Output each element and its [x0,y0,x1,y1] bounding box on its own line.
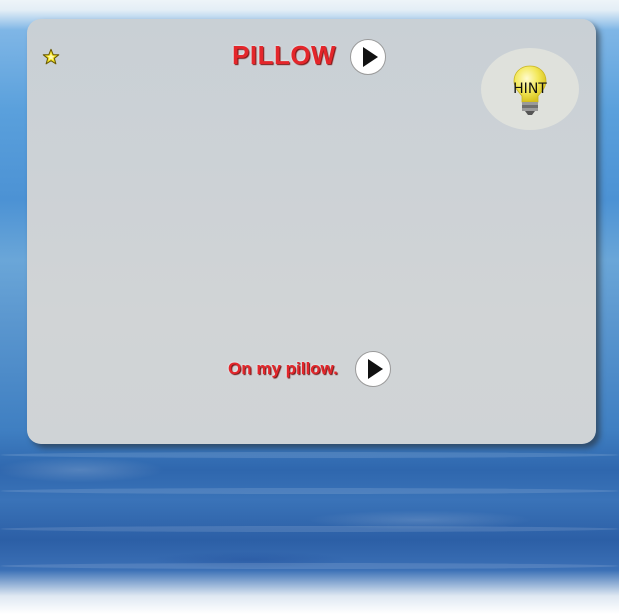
play-word-button[interactable] [350,39,386,75]
example-sentence: On my pillow. [228,359,338,378]
wave-highlight [0,452,619,458]
play-icon [363,47,378,67]
play-icon [368,359,383,379]
wave-highlight [0,488,619,494]
star-icon[interactable] [42,48,60,66]
hint-button[interactable]: HINT [481,48,579,130]
wave-highlight [0,563,619,569]
word-title: PILLOW [232,40,337,70]
play-sentence-button[interactable] [355,351,391,387]
wave-highlight [0,526,619,532]
hint-label: HINT [513,81,547,97]
